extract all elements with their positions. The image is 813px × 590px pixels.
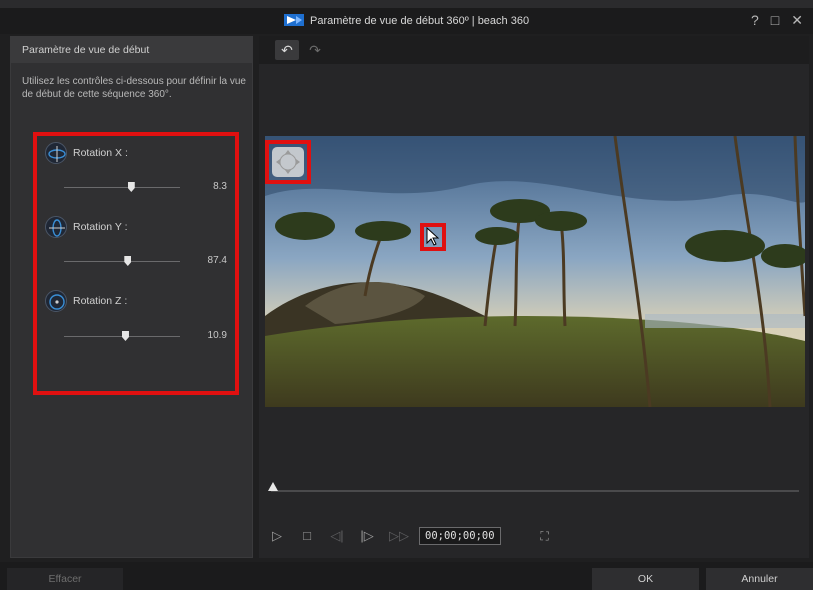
cancel-button[interactable]: Annuler — [706, 568, 813, 590]
rotation-z-slider-thumb[interactable] — [121, 331, 129, 341]
redo-button[interactable]: ↷ — [303, 40, 327, 60]
mouse-cursor-icon — [426, 226, 440, 246]
move-arrows-icon — [276, 150, 300, 174]
rotation-x-value: 8.3 — [213, 181, 227, 192]
fit-to-view-button[interactable]: ⛶ — [537, 528, 553, 544]
rotation-x-slider-thumb[interactable] — [127, 182, 135, 192]
rotation-z-label: Rotation Z : — [73, 295, 128, 307]
rotation-x-icon — [45, 142, 67, 164]
rotation-z-slider[interactable] — [64, 331, 180, 341]
window-title: Paramètre de vue de début 360º | beach 3… — [309, 15, 530, 27]
rotation-z-value: 10.9 — [207, 330, 227, 341]
rotation-y-slider-thumb[interactable] — [124, 256, 132, 266]
app-logo-icon — [283, 14, 304, 26]
stop-button[interactable]: □ — [299, 528, 315, 544]
dialog-footer: Effacer OK Annuler — [0, 562, 813, 590]
clear-button[interactable]: Effacer — [7, 568, 123, 590]
cursor-highlight — [420, 223, 446, 251]
rotation-x-slider[interactable] — [64, 182, 180, 192]
video-preview[interactable] — [265, 136, 805, 407]
fast-forward-button[interactable]: ▷▷ — [389, 528, 409, 544]
rotation-x-label: Rotation X : — [73, 147, 128, 159]
play-button[interactable]: ▷ — [269, 528, 285, 544]
rotation-y-slider[interactable] — [64, 256, 180, 266]
panel-description: Utilisez les contrôles ci-dessous pour d… — [22, 76, 246, 100]
rotation-y-label: Rotation Y : — [73, 221, 128, 233]
maximize-button[interactable]: □ — [771, 12, 779, 29]
start-view-settings-panel: Paramètre de vue de début Utilisez les c… — [10, 36, 253, 558]
rotation-z-icon — [45, 290, 67, 312]
player-controls: ▷ □ ◁| |▷ ▷▷ 00;00;00;00 ⛶ — [269, 526, 553, 546]
rotation-controls: Rotation X : 8.3 Rotation Y : 87.4 Rotat… — [33, 132, 239, 395]
panel-title: Paramètre de vue de début — [11, 37, 252, 63]
previous-frame-button[interactable]: ◁| — [329, 528, 345, 544]
close-button[interactable]: ✕ — [791, 12, 803, 29]
title-bar: Paramètre de vue de début 360º | beach 3… — [0, 0, 813, 34]
timeline-thumb[interactable] — [268, 482, 278, 491]
ok-button[interactable]: OK — [592, 568, 699, 590]
timecode-display[interactable]: 00;00;00;00 — [419, 527, 501, 545]
rotation-z-row: Rotation Z : — [45, 290, 127, 312]
preview-panel: ↶ ↷ ▷ □ ◁| |▷ ▷▷ 00;00;00;00 ⛶ — [259, 36, 809, 558]
edit-toolbar: ↶ ↷ — [259, 36, 809, 64]
navigation-pad-highlight — [265, 140, 311, 184]
timeline-slider[interactable] — [268, 482, 799, 492]
rotation-y-icon — [45, 216, 67, 238]
next-frame-button[interactable]: |▷ — [359, 528, 375, 544]
help-button[interactable]: ? — [751, 12, 759, 29]
navigation-pad[interactable] — [272, 147, 304, 177]
undo-button[interactable]: ↶ — [275, 40, 299, 60]
rotation-x-row: Rotation X : — [45, 142, 128, 164]
rotation-y-value: 87.4 — [207, 255, 227, 266]
rotation-y-row: Rotation Y : — [45, 216, 127, 238]
